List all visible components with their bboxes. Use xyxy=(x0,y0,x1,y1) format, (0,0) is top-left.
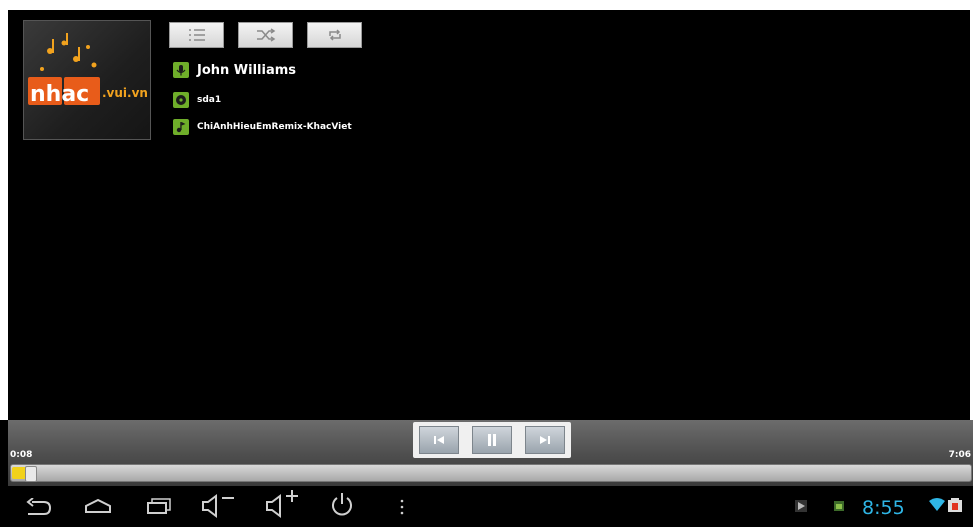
pause-button[interactable] xyxy=(471,426,512,454)
title-row: ChiAnhHieuEmRemix-KhacViet xyxy=(173,118,352,136)
microphone-icon xyxy=(173,62,189,78)
window-top-border xyxy=(0,0,973,10)
volume-up-icon[interactable] xyxy=(264,490,304,520)
total-duration: 7:06 xyxy=(948,450,971,460)
album-art: nhac .vui.vn xyxy=(23,20,151,140)
android-notification-icon[interactable] xyxy=(834,501,844,511)
window-left-border xyxy=(0,0,8,420)
transport-controls xyxy=(413,422,571,458)
seek-bar[interactable] xyxy=(10,464,972,482)
system-navigation-bar xyxy=(0,486,973,527)
shuffle-button[interactable] xyxy=(238,22,293,48)
music-note-icon xyxy=(173,119,189,135)
home-icon[interactable] xyxy=(84,498,112,514)
music-notes-logo-art: nhac .vui.vn xyxy=(28,33,148,107)
album-name: sda1 xyxy=(197,95,222,105)
battery-warning-icon xyxy=(948,498,962,512)
play-notification-icon[interactable] xyxy=(795,500,807,512)
next-icon xyxy=(539,436,550,444)
seek-thumb[interactable] xyxy=(25,466,37,482)
pause-icon xyxy=(487,434,496,446)
shuffle-icon xyxy=(256,28,275,42)
album-row: sda1 xyxy=(173,91,221,109)
disc-icon xyxy=(173,92,189,108)
previous-icon xyxy=(434,436,445,444)
power-icon[interactable] xyxy=(330,492,354,518)
wifi-icon xyxy=(929,498,945,511)
logo-text-main: nhac xyxy=(30,82,89,107)
previous-button[interactable] xyxy=(419,426,460,454)
list-icon xyxy=(188,29,205,41)
recent-apps-icon[interactable] xyxy=(146,498,172,514)
repeat-icon xyxy=(328,29,341,41)
next-button[interactable] xyxy=(524,426,565,454)
elapsed-time: 0:08 xyxy=(10,450,33,460)
playlist-button[interactable] xyxy=(169,22,224,48)
overflow-menu-icon[interactable] xyxy=(399,499,405,515)
logo-text-domain: .vui.vn xyxy=(102,86,148,100)
volume-down-icon[interactable] xyxy=(200,492,240,520)
back-icon[interactable] xyxy=(24,498,52,516)
track-title: ChiAnhHieuEmRemix-KhacViet xyxy=(197,122,352,132)
status-clock: 8:55 xyxy=(862,497,905,519)
playback-control-bar: 0:08 7:06 xyxy=(8,420,973,486)
artist-row: John Williams xyxy=(173,61,296,79)
artist-name: John Williams xyxy=(197,62,297,78)
repeat-button[interactable] xyxy=(307,22,362,48)
